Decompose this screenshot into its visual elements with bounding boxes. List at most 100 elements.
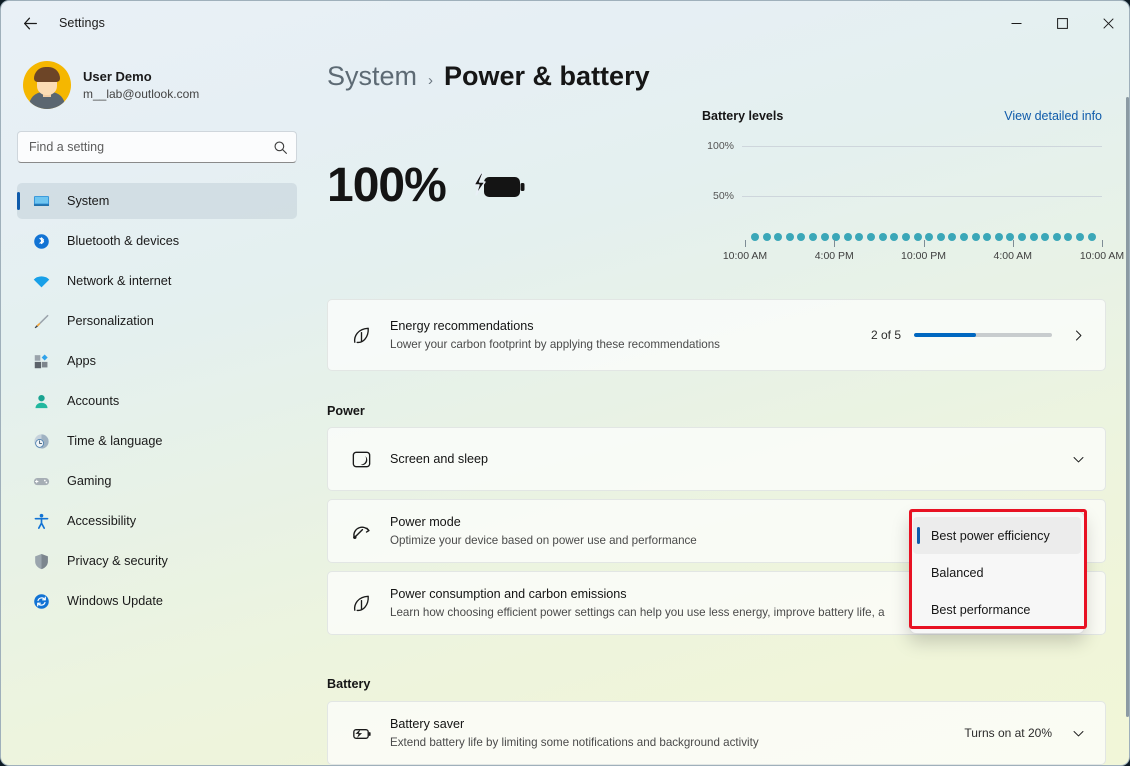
card-title: Screen and sleep [390, 451, 489, 466]
close-icon [1102, 17, 1114, 29]
user-profile[interactable]: User Demo m__lab@outlook.com [23, 61, 297, 109]
energy-recommendations-card[interactable]: Energy recommendations Lower your carbon… [327, 299, 1106, 371]
battery-readout: 100% [327, 158, 528, 213]
maximize-icon [1056, 17, 1068, 29]
sidebar-item-label: Accounts [67, 394, 120, 408]
view-detailed-info-link[interactable]: View detailed info [1004, 109, 1102, 123]
window-controls [993, 1, 1129, 45]
chart-x-tick-label: 10:00 AM [722, 250, 768, 262]
chevron-down-icon[interactable] [1065, 720, 1091, 746]
search-icon[interactable] [271, 138, 289, 156]
chart-x-tick-label: 4:00 PM [814, 250, 854, 262]
power-mode-option-best-performance[interactable]: Best performance [913, 591, 1081, 628]
power-mode-option-best-power-efficiency[interactable]: Best power efficiency [913, 517, 1081, 554]
breadcrumb-parent[interactable]: System [327, 61, 417, 92]
chart-x-tick-label: 4:00 AM [993, 250, 1033, 262]
content-area: System › Power & battery 100% Battery le… [313, 45, 1129, 765]
clock-globe-icon [31, 431, 51, 451]
chart-x-tick [1012, 240, 1014, 247]
energy-progress-bar [914, 333, 1052, 337]
close-button[interactable] [1085, 1, 1129, 45]
breadcrumb-separator: › [428, 72, 434, 89]
chart-x-ticks [745, 240, 1103, 248]
gridline [742, 145, 1102, 147]
chart-x-labels: 10:00 AM 4:00 PM 10:00 PM 4:00 AM 10:00 AM [723, 250, 1124, 266]
sidebar-item-apps[interactable]: Apps [17, 343, 297, 379]
settings-window: Settings User Demo m__lab@outlook.com Fi… [0, 0, 1130, 766]
sidebar-item-personalization[interactable]: Personalization [17, 303, 297, 339]
gridline-50: 50% [702, 190, 1102, 202]
sidebar-item-accessibility[interactable]: Accessibility [17, 503, 297, 539]
avatar [23, 61, 71, 109]
card-subtitle: Extend battery life by limiting some not… [390, 736, 759, 750]
energy-progress-fill [914, 333, 977, 337]
page-title: Power & battery [444, 61, 650, 91]
minimize-icon [1011, 22, 1021, 24]
power-mode-dropdown[interactable]: Best power efficiency Balanced Best perfor… [909, 511, 1085, 634]
sidebar-item-system[interactable]: System [17, 183, 297, 219]
profile-name: User Demo [83, 69, 152, 85]
window-title: Settings [59, 16, 105, 30]
battery-percent: 100% [327, 159, 447, 212]
accessibility-person-icon [31, 511, 51, 531]
section-title-power: Power [327, 404, 365, 418]
shield-icon [31, 551, 51, 571]
apps-grid-icon [31, 351, 51, 371]
battery-levels-chart: Battery levels View detailed info 100% 5… [702, 109, 1124, 329]
sidebar-item-label: Network & internet [67, 274, 172, 288]
card-subtitle: Lower your carbon footprint by applying … [390, 338, 720, 352]
chart-x-tick [923, 240, 925, 247]
sidebar-item-network-internet[interactable]: Network & internet [17, 263, 297, 299]
back-button[interactable] [13, 8, 47, 38]
section-title-battery: Battery [327, 677, 371, 691]
chart-title: Battery levels [702, 109, 784, 123]
gridline [742, 195, 1102, 197]
sidebar: User Demo m__lab@outlook.com System Bluet… [1, 45, 313, 765]
card-title: Battery saver [390, 716, 465, 731]
breadcrumb: System › Power & battery [327, 61, 1129, 92]
minimize-button[interactable] [993, 1, 1039, 45]
maximize-button[interactable] [1039, 1, 1085, 45]
profile-email: m__lab@outlook.com [83, 86, 200, 101]
chevron-down-icon[interactable] [1065, 446, 1091, 472]
battery-charging-icon [473, 171, 525, 197]
battery-saver-card[interactable]: Battery saver Extend battery life by lim… [327, 701, 1106, 765]
sidebar-item-time-language[interactable]: Time & language [17, 423, 297, 459]
chevron-right-icon[interactable] [1065, 322, 1091, 348]
search-input[interactable] [17, 131, 297, 163]
sidebar-item-privacy-security[interactable]: Privacy & security [17, 543, 297, 579]
leaf-icon [344, 592, 378, 615]
screen-and-sleep-card[interactable]: Screen and sleep [327, 427, 1106, 491]
title-bar: Settings [1, 1, 1129, 45]
bluetooth-icon [31, 231, 51, 251]
chart-x-tick-label: 10:00 AM [1079, 250, 1125, 262]
sidebar-item-label: Bluetooth & devices [67, 234, 180, 248]
chart-x-tick [834, 240, 836, 247]
screen-sleep-icon [344, 448, 378, 471]
sidebar-item-label: System [67, 194, 110, 208]
sidebar-item-label: Gaming [67, 474, 112, 488]
back-arrow-icon [23, 17, 37, 29]
chart-x-tick [745, 240, 746, 247]
ytick-label-100: 100% [707, 140, 734, 152]
leaf-icon [344, 324, 378, 347]
sidebar-item-label: Privacy & security [67, 554, 168, 568]
content-scrollbar[interactable] [1126, 97, 1129, 717]
sidebar-item-label: Time & language [67, 434, 163, 448]
sidebar-item-label: Apps [67, 354, 96, 368]
sidebar-item-bluetooth-devices[interactable]: Bluetooth & devices [17, 223, 297, 259]
card-title: Energy recommendations [390, 318, 534, 333]
gamepad-icon [31, 471, 51, 491]
gridline-100: 100% [702, 140, 1102, 152]
sidebar-item-windows-update[interactable]: Windows Update [17, 583, 297, 619]
ytick-label-50: 50% [712, 190, 734, 202]
sidebar-item-accounts[interactable]: Accounts [17, 383, 297, 419]
chart-plot-area: 100% 50% 10:00 AM 4:00 PM 10:00 PM 4:00 AM 1… [702, 140, 1124, 262]
sidebar-item-label: Accessibility [67, 514, 137, 528]
battery-saver-value: Turns on at 20% [964, 726, 1052, 740]
sidebar-item-gaming[interactable]: Gaming [17, 463, 297, 499]
search-box[interactable] [17, 131, 297, 163]
chart-x-tick [1102, 240, 1103, 247]
power-mode-option-balanced[interactable]: Balanced [913, 554, 1081, 591]
sidebar-item-label: Personalization [67, 314, 154, 328]
